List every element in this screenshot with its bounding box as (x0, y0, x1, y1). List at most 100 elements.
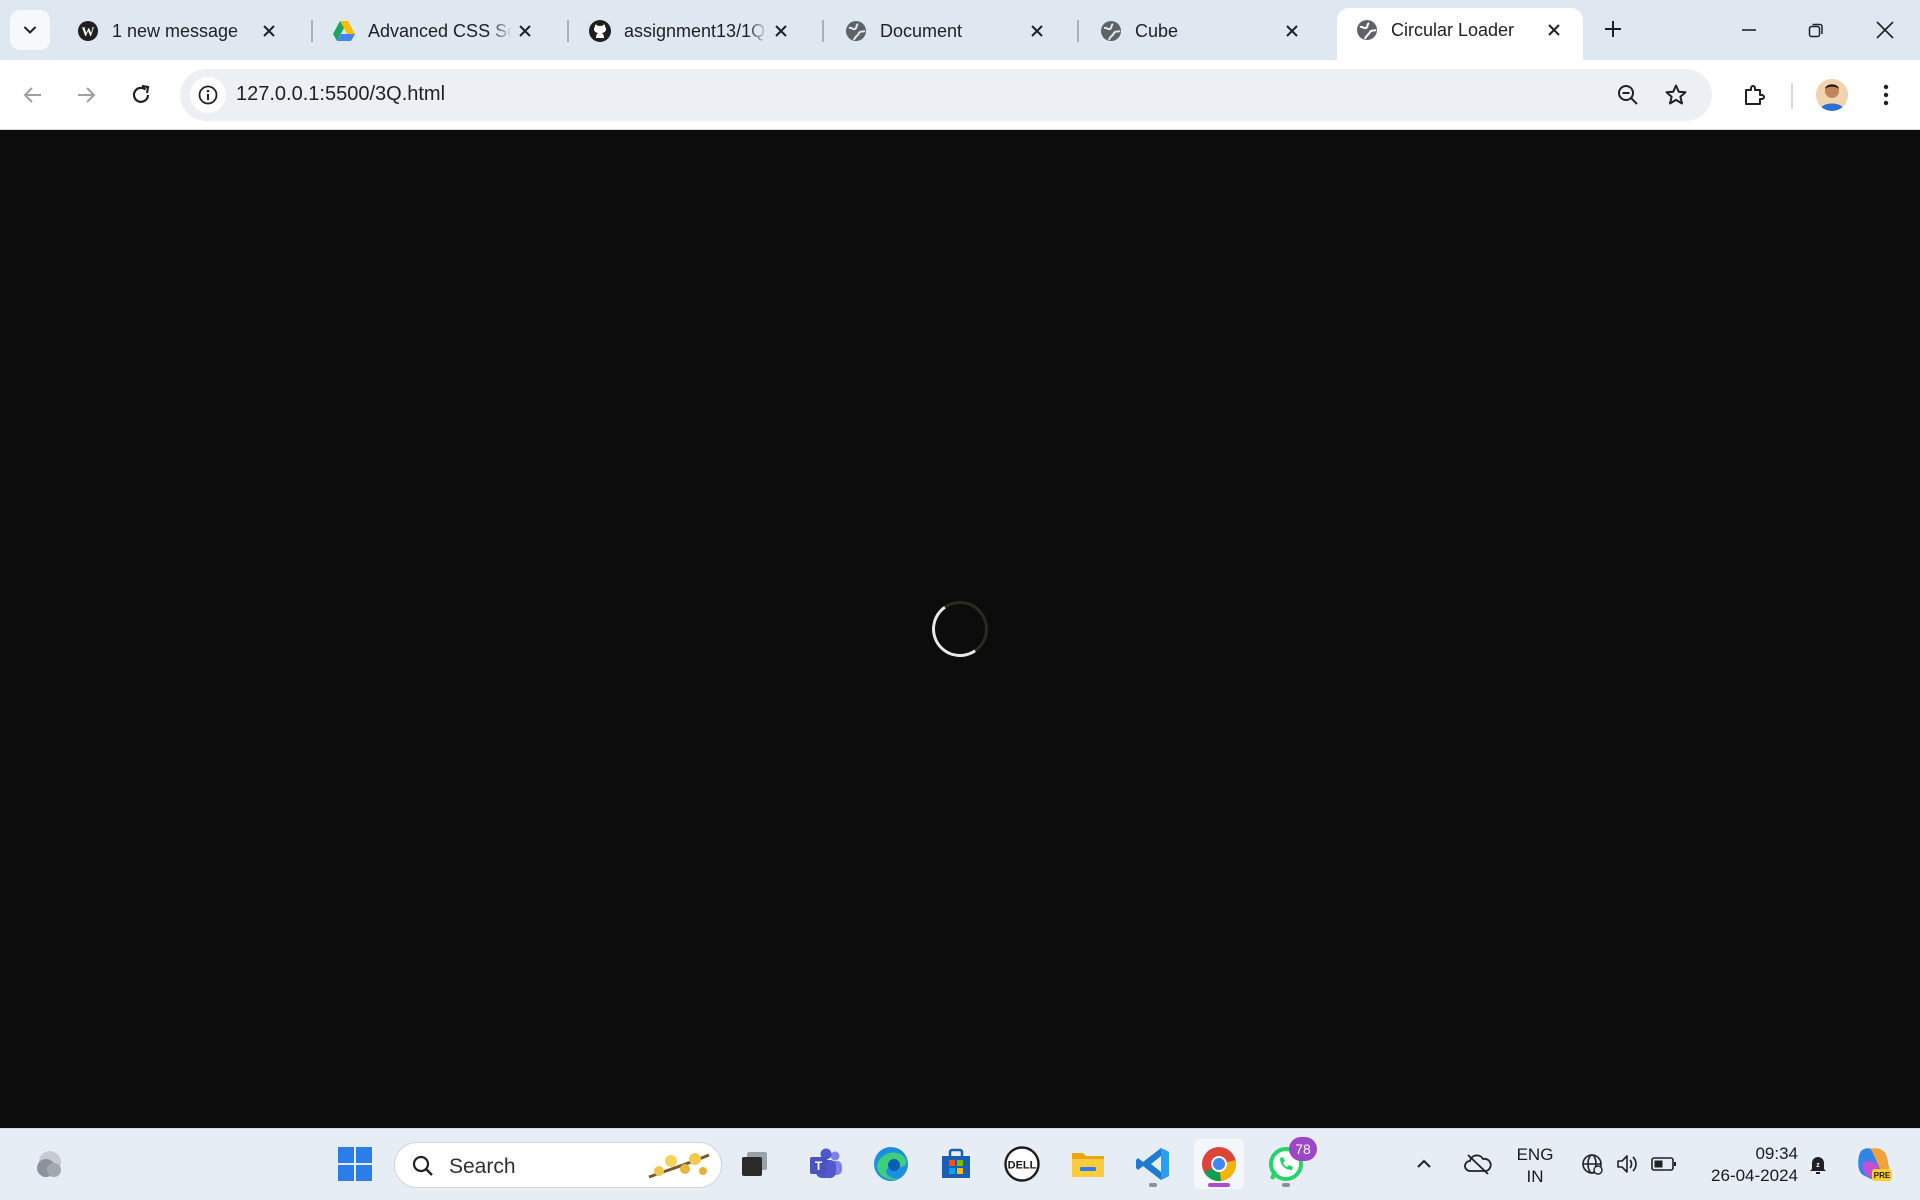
globe-network-icon (1582, 1154, 1603, 1175)
globe-icon (844, 19, 868, 43)
tab-title: assignment13/1Q.h (624, 20, 768, 41)
battery-status[interactable] (1646, 1139, 1682, 1189)
url-text[interactable]: 127.0.0.1:5500/3Q.html (236, 83, 445, 106)
file-explorer-app[interactable] (1063, 1139, 1113, 1189)
running-indicator (1149, 1183, 1157, 1187)
notifications-button[interactable]: z (1800, 1139, 1836, 1189)
minimize-icon (1742, 29, 1756, 31)
region-code: IN (1526, 1167, 1544, 1186)
active-indicator (1208, 1183, 1230, 1187)
dell-logo-icon: DELL (1004, 1146, 1040, 1182)
wordpress-icon: W (76, 19, 100, 43)
profile-avatar[interactable] (1816, 79, 1848, 111)
chevron-up-icon (1417, 1159, 1431, 1168)
tab-separator (822, 20, 824, 42)
network-status[interactable] (1574, 1139, 1610, 1189)
close-icon[interactable] (768, 18, 794, 44)
close-window-button[interactable] (1862, 10, 1908, 50)
task-view-icon (742, 1152, 767, 1176)
minimize-button[interactable] (1726, 10, 1772, 50)
language-code: ENG (1516, 1145, 1554, 1164)
address-bar[interactable]: 127.0.0.1:5500/3Q.html (180, 69, 1712, 121)
kebab-menu-icon (1883, 84, 1889, 106)
battery-icon (1651, 1157, 1676, 1171)
tab-document[interactable]: Document (826, 10, 1066, 52)
svg-text:T: T (815, 1159, 823, 1173)
back-button[interactable] (13, 75, 53, 115)
zoom-button[interactable] (1610, 77, 1646, 113)
clock-date: 26-04-2024 (1711, 1166, 1798, 1185)
tab-advanced-css[interactable]: Advanced CSS Sol... (314, 10, 554, 52)
extensions-button[interactable] (1734, 75, 1774, 115)
start-button[interactable] (330, 1139, 380, 1189)
language-indicator[interactable]: ENG IN (1510, 1144, 1560, 1188)
cloud-offline-icon (1464, 1154, 1492, 1175)
globe-icon (1355, 18, 1379, 42)
notification-badge: 78 (1289, 1137, 1317, 1161)
edge-icon (874, 1147, 908, 1181)
forward-button[interactable] (66, 75, 106, 115)
info-icon (198, 85, 218, 105)
tab-title: Circular Loader (1391, 19, 1515, 40)
github-icon (588, 19, 612, 43)
show-hidden-icons-button[interactable] (1406, 1139, 1442, 1189)
tab-github-assignment[interactable]: assignment13/1Q.h (570, 10, 810, 52)
toolbar-divider (1791, 83, 1793, 109)
reload-button[interactable] (121, 75, 161, 115)
whatsapp-app[interactable]: 78 (1261, 1137, 1317, 1189)
tab-search-button[interactable] (10, 10, 50, 50)
teams-icon: T (810, 1148, 842, 1178)
store-icon (942, 1148, 970, 1178)
taskbar-search-box[interactable]: Search (394, 1142, 722, 1188)
tab-1-new-message[interactable]: W 1 new message (58, 10, 298, 52)
windows-logo-icon (338, 1147, 372, 1181)
plus-icon (1605, 21, 1621, 37)
volume-control[interactable] (1610, 1139, 1646, 1189)
weather-widget[interactable] (23, 1139, 73, 1189)
folder-icon (1072, 1153, 1104, 1177)
tab-separator (567, 20, 569, 42)
circular-loader (927, 596, 993, 662)
chrome-app[interactable] (1194, 1139, 1244, 1189)
vscode-app[interactable] (1128, 1139, 1178, 1189)
tab-cube[interactable]: Cube (1081, 10, 1321, 52)
new-tab-button[interactable] (1598, 14, 1628, 44)
search-placeholder: Search (449, 1155, 516, 1178)
restore-icon (1808, 23, 1823, 38)
google-drive-icon (332, 19, 356, 43)
copilot-button[interactable]: PRE (1848, 1139, 1898, 1189)
dell-app[interactable]: DELL (997, 1139, 1047, 1189)
onedrive-status[interactable] (1456, 1139, 1500, 1189)
edge-app[interactable] (866, 1139, 916, 1189)
teams-app[interactable]: T (801, 1139, 851, 1189)
tab-title: 1 new message (112, 20, 239, 41)
zoom-out-icon (1618, 85, 1638, 105)
reload-icon (132, 84, 150, 103)
puzzle-icon (1745, 85, 1765, 105)
close-icon[interactable] (1541, 17, 1567, 43)
tab-separator (1077, 20, 1079, 42)
cloud-moon-icon (37, 1151, 61, 1177)
microsoft-store-app[interactable] (931, 1139, 981, 1189)
svg-text:W: W (82, 24, 95, 39)
menu-button[interactable] (1866, 75, 1906, 115)
svg-text:z: z (1816, 1162, 1820, 1169)
avatar-image (1816, 79, 1848, 111)
site-info-button[interactable] (190, 77, 226, 113)
task-view-button[interactable] (730, 1139, 780, 1189)
close-icon[interactable] (1279, 18, 1305, 44)
tab-title: Advanced CSS Sol... (368, 20, 512, 41)
close-icon[interactable] (512, 18, 538, 44)
tab-circular-loader[interactable]: Circular Loader (1337, 8, 1583, 60)
search-icon (412, 1155, 433, 1176)
tab-title: Cube (1135, 20, 1179, 41)
clock[interactable]: 09:34 26-04-2024 (1694, 1143, 1798, 1187)
close-icon[interactable] (256, 18, 282, 44)
tab-strip: W 1 new message Advanced CSS Sol... assi… (0, 0, 1920, 60)
clock-time: 09:34 (1755, 1144, 1798, 1163)
close-icon[interactable] (1024, 18, 1050, 44)
restore-button[interactable] (1793, 10, 1839, 50)
bookmark-button[interactable] (1658, 77, 1694, 113)
bell-dnd-icon: z (1810, 1157, 1826, 1174)
vscode-icon (1136, 1148, 1169, 1180)
